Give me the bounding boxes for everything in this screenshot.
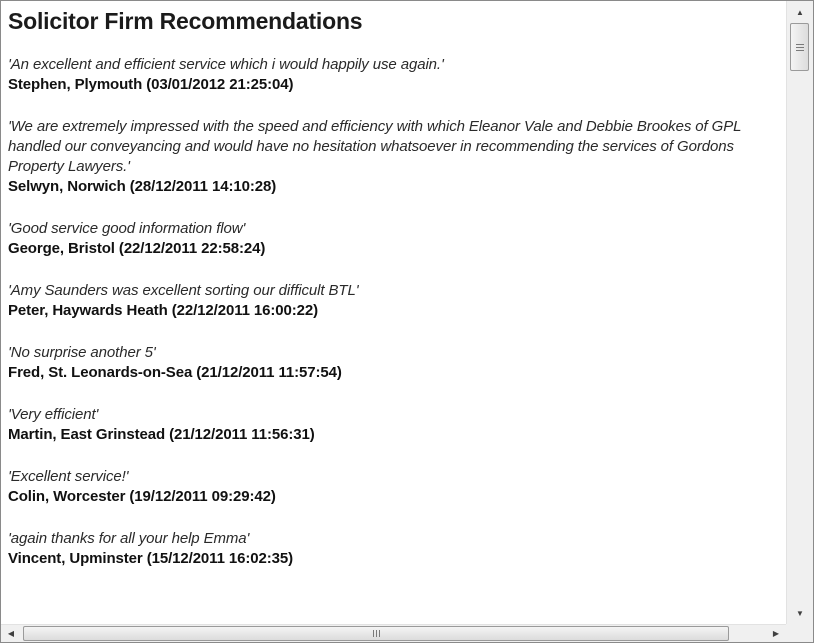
review-quote: 'Excellent service!': [8, 468, 129, 485]
review-author: Colin, Worcester (19/12/2011 09:29:42): [8, 488, 276, 505]
horizontal-scrollbar[interactable]: ◀ ▶: [1, 624, 786, 642]
review-item: 'No surprise another 5' Fred, St. Leonar…: [8, 343, 786, 383]
review-item: 'An excellent and efficient service whic…: [8, 55, 786, 95]
review-item: 'Good service good information flow' Geo…: [8, 219, 786, 259]
chevron-down-icon[interactable]: ▼: [787, 602, 813, 624]
review-quote: 'We are extremely impressed with the spe…: [8, 118, 742, 175]
review-quote: 'An excellent and efficient service whic…: [8, 56, 444, 73]
review-author: Peter, Haywards Heath (22/12/2011 16:00:…: [8, 302, 319, 319]
review-item: 'again thanks for all your help Emma' Vi…: [8, 529, 786, 569]
chevron-right-icon[interactable]: ▶: [766, 625, 786, 642]
review-author: Stephen, Plymouth (03/01/2012 21:25:04): [8, 76, 294, 93]
review-quote: 'Very efficient': [8, 406, 99, 423]
content-viewport: Solicitor Firm Recommendations 'An excel…: [1, 1, 786, 624]
review-quote: 'No surprise another 5': [8, 344, 156, 361]
review-quote: 'Good service good information flow': [8, 220, 246, 237]
review-author: George, Bristol (22/12/2011 22:58:24): [8, 240, 266, 257]
review-author: Selwyn, Norwich (28/12/2011 14:10:28): [8, 178, 277, 195]
page-title: Solicitor Firm Recommendations: [8, 8, 363, 34]
review-item: 'Excellent service!' Colin, Worcester (1…: [8, 467, 786, 507]
scrollbar-corner: [786, 624, 813, 642]
grip-icon: [372, 630, 380, 637]
review-author: Vincent, Upminster (15/12/2011 16:02:35): [8, 550, 294, 567]
content-area: Solicitor Firm Recommendations 'An excel…: [1, 1, 786, 569]
review-item: 'Very efficient' Martin, East Grinstead …: [8, 405, 786, 445]
review-quote: 'Amy Saunders was excellent sorting our …: [8, 282, 359, 299]
vertical-scrollbar[interactable]: ▲ ▼: [786, 1, 813, 624]
chevron-up-icon[interactable]: ▲: [787, 1, 813, 23]
grip-icon: [795, 43, 804, 51]
review-item: 'We are extremely impressed with the spe…: [8, 117, 786, 197]
review-quote: 'again thanks for all your help Emma': [8, 530, 250, 547]
recommendations-frame: Solicitor Firm Recommendations 'An excel…: [0, 0, 814, 643]
review-author: Fred, St. Leonards-on-Sea (21/12/2011 11…: [8, 364, 342, 381]
horizontal-scroll-thumb[interactable]: [23, 626, 729, 641]
chevron-left-icon[interactable]: ◀: [1, 625, 21, 642]
review-author: Martin, East Grinstead (21/12/2011 11:56…: [8, 426, 315, 443]
review-item: 'Amy Saunders was excellent sorting our …: [8, 281, 786, 321]
vertical-scroll-thumb[interactable]: [790, 23, 809, 71]
